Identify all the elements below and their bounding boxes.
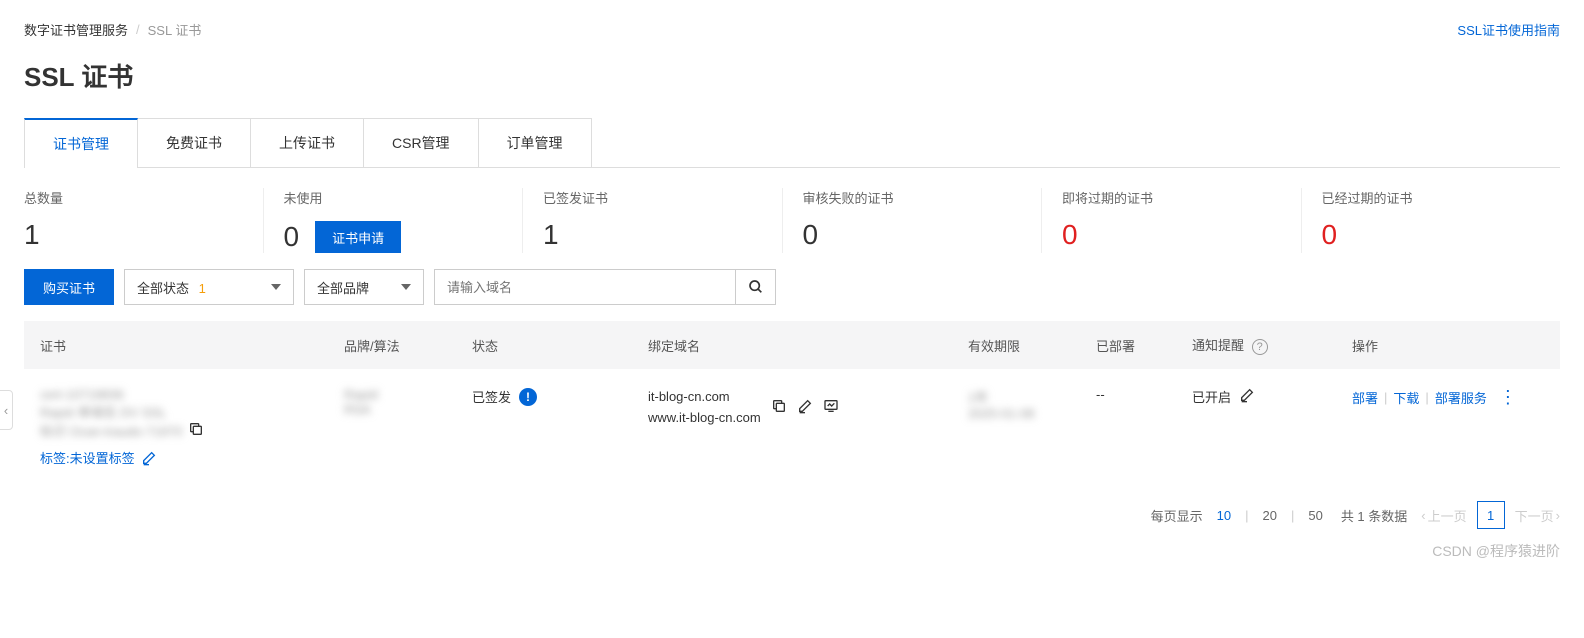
status-filter-count: 1	[199, 281, 206, 296]
stat-total: 总数量 1	[24, 188, 263, 253]
cert-id: cert-10719836	[40, 387, 312, 402]
per-page-label: 每页显示	[1151, 506, 1203, 525]
cert-ident: 标识 Ocan-traudo-71970	[40, 421, 182, 440]
search-input[interactable]	[435, 270, 735, 304]
cell-domain: it-blog-cn.com www.it-blog-cn.com	[632, 369, 952, 485]
page-size-10[interactable]: 10	[1213, 508, 1235, 523]
stat-expiring-value: 0	[1062, 221, 1078, 249]
page-number-current[interactable]: 1	[1477, 501, 1505, 529]
notify-text: 已开启	[1192, 387, 1231, 406]
stat-issued: 已签发证书 1	[522, 188, 782, 253]
stats-row: 总数量 1 未使用 0 证书申请 已签发证书 1 审核失败的证书 0 即将过期的…	[24, 168, 1560, 269]
stat-failed-label: 审核失败的证书	[803, 188, 1042, 207]
stat-expired-label: 已经过期的证书	[1322, 188, 1561, 207]
status-filter-select[interactable]: 全部状态 1	[124, 269, 294, 305]
domain-search	[434, 269, 776, 305]
stat-total-value: 1	[24, 221, 40, 249]
next-page-button[interactable]: 下一页›	[1515, 506, 1560, 525]
cert-type: Rapid 单域名 DV SSL	[40, 402, 312, 421]
cell-status: 已签发 !	[456, 369, 632, 485]
search-icon	[748, 279, 764, 295]
more-actions-icon[interactable]: ⋮	[1499, 387, 1516, 408]
tag-label: 标签:未设置标签	[40, 448, 135, 467]
brand-filter-select[interactable]: 全部品牌	[304, 269, 424, 305]
edit-icon[interactable]	[1239, 387, 1255, 406]
status-text: 已签发	[472, 387, 511, 406]
copy-icon[interactable]	[188, 421, 204, 440]
domain-2: www.it-blog-cn.com	[648, 408, 761, 429]
cell-actions: 部署 | 下载 | 部署服务 ⋮	[1336, 369, 1560, 485]
brand-name: Rapid	[344, 387, 440, 402]
table-row: cert-10719836 Rapid 单域名 DV SSL 标识 Ocan-t…	[24, 369, 1560, 485]
stat-failed-value: 0	[803, 221, 819, 249]
chevron-down-icon	[271, 284, 281, 290]
cell-validity: 1年 2025-01-08	[952, 369, 1080, 485]
tab-upload-cert[interactable]: 上传证书	[250, 118, 364, 168]
breadcrumb-root[interactable]: 数字证书管理服务	[24, 20, 128, 39]
edit-icon	[141, 450, 157, 466]
validity-date: 2025-01-08	[968, 406, 1064, 421]
action-download[interactable]: 下载	[1393, 388, 1419, 407]
tab-csr-management[interactable]: CSR管理	[363, 118, 479, 168]
stat-unused-label: 未使用	[284, 188, 523, 207]
tab-order-management[interactable]: 订单管理	[478, 118, 592, 168]
th-status: 状态	[456, 321, 632, 369]
status-filter-label: 全部状态	[137, 281, 189, 296]
action-deploy[interactable]: 部署	[1352, 388, 1378, 407]
tab-cert-management[interactable]: 证书管理	[24, 118, 138, 168]
page-size-50[interactable]: 50	[1304, 508, 1326, 523]
filter-row: 购买证书 全部状态 1 全部品牌	[24, 269, 1560, 305]
breadcrumb-sep: /	[136, 22, 140, 37]
help-icon[interactable]: ?	[1252, 339, 1268, 355]
prev-page-button[interactable]: ‹上一页	[1421, 506, 1466, 525]
th-validity: 有效期限	[952, 321, 1080, 369]
buy-cert-button[interactable]: 购买证书	[24, 269, 114, 305]
th-brand: 品牌/算法	[328, 321, 456, 369]
th-domain: 绑定域名	[632, 321, 952, 369]
copy-icon[interactable]	[771, 398, 787, 417]
chevron-down-icon	[401, 284, 411, 290]
tab-free-cert[interactable]: 免费证书	[137, 118, 251, 168]
edit-icon[interactable]	[797, 398, 813, 417]
th-cert: 证书	[24, 321, 328, 369]
th-action: 操作	[1336, 321, 1560, 369]
stat-issued-value: 1	[543, 221, 559, 249]
stat-expired: 已经过期的证书 0	[1301, 188, 1561, 253]
watermark: CSDN @程序猿进阶	[1432, 541, 1560, 561]
stat-issued-label: 已签发证书	[543, 188, 782, 207]
stat-expired-value: 0	[1322, 221, 1338, 249]
brand-filter-label: 全部品牌	[317, 278, 369, 297]
stat-total-label: 总数量	[24, 188, 263, 207]
action-deploy-service[interactable]: 部署服务	[1435, 388, 1487, 407]
validity-duration: 1年	[968, 387, 1064, 406]
brand-algo: RSA	[344, 402, 440, 417]
stat-unused: 未使用 0 证书申请	[263, 188, 523, 253]
page-size-20[interactable]: 20	[1258, 508, 1280, 523]
stat-expiring: 即将过期的证书 0	[1041, 188, 1301, 253]
tag-row[interactable]: 标签:未设置标签	[40, 448, 312, 467]
page-title: SSL 证书	[24, 57, 1560, 94]
cell-deployed: --	[1080, 369, 1176, 485]
tabs: 证书管理 免费证书 上传证书 CSR管理 订单管理	[24, 118, 1560, 168]
stat-unused-value: 0	[284, 223, 300, 251]
cert-table: 证书 品牌/算法 状态 绑定域名 有效期限 已部署 通知提醒 ? 操作 cert…	[24, 321, 1560, 485]
domain-1: it-blog-cn.com	[648, 387, 761, 408]
cert-apply-button[interactable]: 证书申请	[315, 221, 401, 253]
cell-notify: 已开启	[1176, 369, 1336, 485]
pagination: 每页显示 10 | 20 | 50 共 1 条数据 ‹上一页 1 下一页›	[24, 485, 1560, 545]
search-button[interactable]	[735, 270, 775, 304]
cell-cert: cert-10719836 Rapid 单域名 DV SSL 标识 Ocan-t…	[24, 369, 328, 485]
collapse-handle[interactable]: ‹	[0, 390, 13, 430]
monitor-icon[interactable]	[823, 398, 839, 417]
total-count: 共 1 条数据	[1341, 506, 1407, 525]
breadcrumb: 数字证书管理服务 / SSL 证书	[24, 20, 1560, 39]
th-deployed: 已部署	[1080, 321, 1176, 369]
usage-guide-link[interactable]: SSL证书使用指南	[1457, 20, 1560, 39]
breadcrumb-current: SSL 证书	[148, 20, 202, 39]
cell-brand: Rapid RSA	[328, 369, 456, 485]
info-icon[interactable]: !	[519, 388, 537, 406]
stat-failed: 审核失败的证书 0	[782, 188, 1042, 253]
stat-expiring-label: 即将过期的证书	[1062, 188, 1301, 207]
th-notify: 通知提醒 ?	[1176, 321, 1336, 369]
